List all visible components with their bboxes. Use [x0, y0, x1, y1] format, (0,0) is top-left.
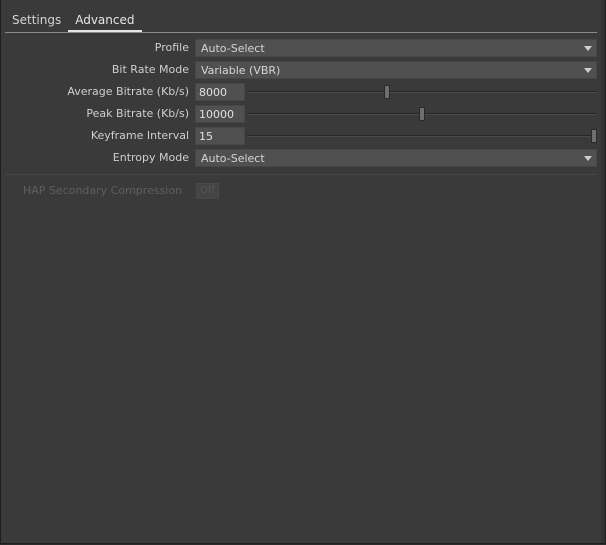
- profile-dropdown[interactable]: Auto-Select: [195, 39, 597, 57]
- section-divider: [5, 174, 597, 175]
- entropy-mode-dropdown[interactable]: Auto-Select: [195, 149, 597, 167]
- bit-rate-mode-dropdown[interactable]: Variable (VBR): [195, 61, 597, 79]
- hap-secondary-compression-label: HAP Secondary Compression: [23, 184, 183, 197]
- profile-value: Auto-Select: [201, 42, 265, 55]
- keyframe-interval-slider[interactable]: [247, 127, 597, 145]
- bit-rate-mode-row: Bit Rate Mode Variable (VBR): [1, 61, 601, 79]
- keyframe-interval-label: Keyframe Interval: [90, 129, 189, 142]
- panel-right-edge: [601, 0, 605, 543]
- entropy-mode-row: Entropy Mode Auto-Select: [1, 149, 601, 167]
- slider-handle[interactable]: [419, 107, 425, 121]
- profile-row: Profile Auto-Select: [1, 39, 601, 57]
- tab-advanced[interactable]: Advanced: [68, 10, 142, 32]
- average-bitrate-label: Average Bitrate (Kb/s): [67, 85, 189, 98]
- chevron-down-icon: [584, 46, 592, 51]
- peak-bitrate-slider[interactable]: [247, 105, 597, 123]
- tab-settings[interactable]: Settings: [5, 10, 68, 30]
- entropy-mode-value: Auto-Select: [201, 152, 265, 165]
- average-bitrate-slider[interactable]: [247, 83, 597, 101]
- hap-secondary-compression-toggle: Off: [196, 183, 219, 199]
- average-bitrate-row: Average Bitrate (Kb/s) 8000: [1, 83, 601, 101]
- average-bitrate-input[interactable]: 8000: [195, 83, 245, 101]
- slider-handle[interactable]: [591, 129, 597, 143]
- slider-handle[interactable]: [384, 85, 390, 99]
- peak-bitrate-label: Peak Bitrate (Kb/s): [86, 107, 189, 120]
- slider-track: [247, 91, 597, 93]
- bit-rate-mode-value: Variable (VBR): [201, 64, 281, 77]
- entropy-mode-label: Entropy Mode: [112, 151, 189, 164]
- keyframe-interval-row: Keyframe Interval 15: [1, 127, 601, 145]
- tab-bar: Settings Advanced: [5, 10, 142, 32]
- profile-label: Profile: [154, 41, 189, 54]
- peak-bitrate-row: Peak Bitrate (Kb/s) 10000: [1, 105, 601, 123]
- advanced-settings-panel: Settings Advanced Profile Auto-Select Bi…: [0, 0, 606, 544]
- slider-track: [247, 135, 597, 137]
- chevron-down-icon: [584, 156, 592, 161]
- bit-rate-mode-label: Bit Rate Mode: [111, 63, 189, 76]
- chevron-down-icon: [584, 68, 592, 73]
- keyframe-interval-input[interactable]: 15: [195, 127, 245, 145]
- tab-underline-rule: [5, 32, 597, 33]
- peak-bitrate-input[interactable]: 10000: [195, 105, 245, 123]
